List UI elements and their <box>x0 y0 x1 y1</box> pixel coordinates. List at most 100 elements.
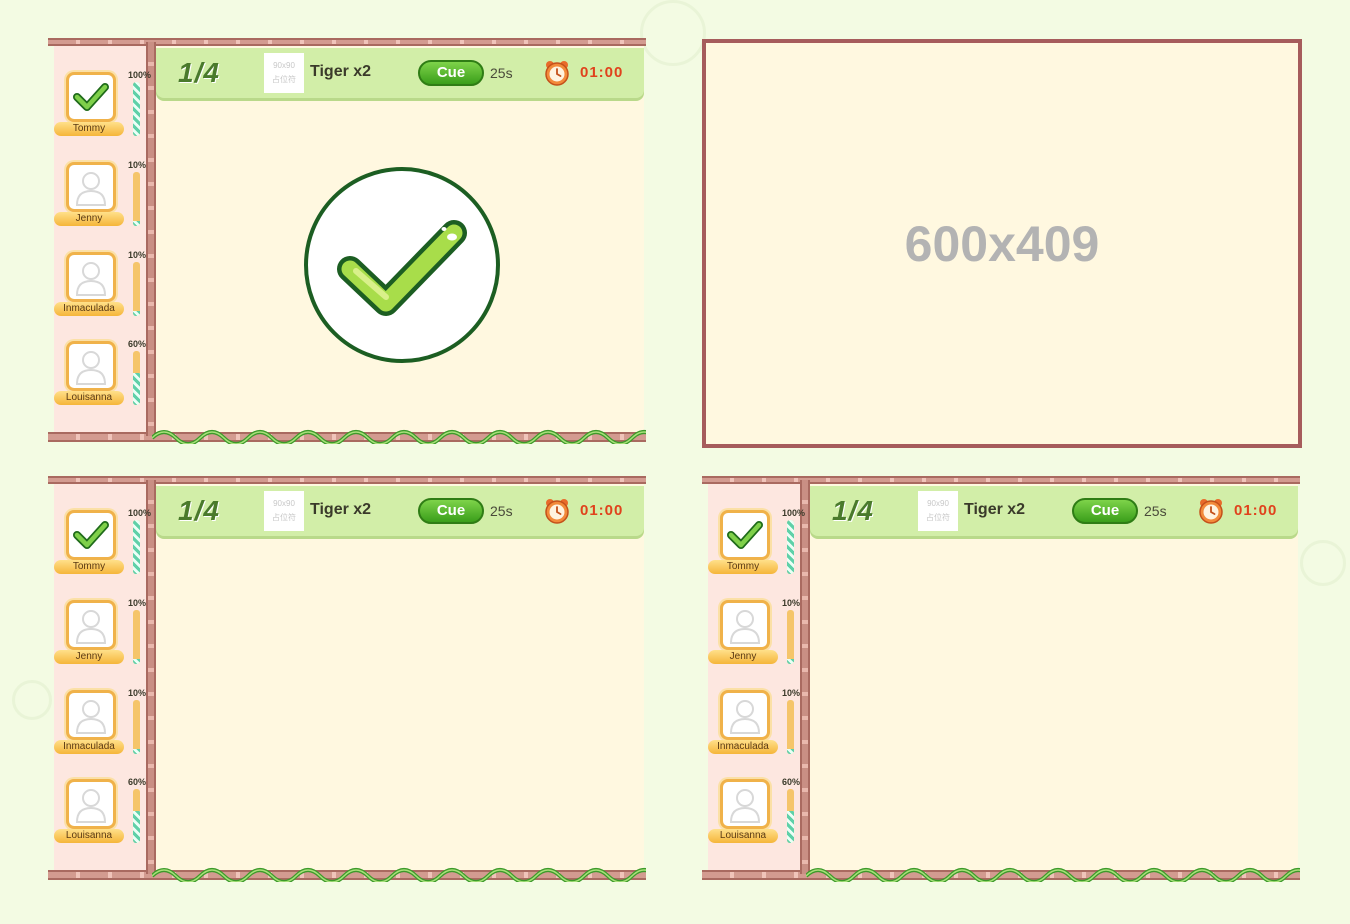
player-card: Tommy 100% <box>54 70 151 150</box>
countdown-timer: 01:00 <box>580 502 624 519</box>
progress-fill <box>133 520 140 574</box>
user-silhouette-icon <box>729 700 761 734</box>
progress-fill <box>787 810 794 843</box>
avatar[interactable] <box>66 600 116 650</box>
progress-bar <box>133 262 140 316</box>
question-header: 1/4 90x90 占位符 Tiger x2 Cue 25s 01:00 <box>156 486 644 536</box>
progress-fill <box>133 372 140 405</box>
avatar[interactable] <box>66 252 116 302</box>
player-name: Inmaculada <box>54 740 124 754</box>
player-name: Louisanna <box>708 829 778 843</box>
player-percent: 60% <box>128 339 147 349</box>
cue-button[interactable]: Cue <box>1072 498 1138 524</box>
player-name: Tommy <box>708 560 778 574</box>
user-silhouette-icon <box>75 610 107 644</box>
player-card: Inmaculada 10% <box>54 688 146 768</box>
cue-button[interactable]: Cue <box>418 498 484 524</box>
user-silhouette-icon <box>75 700 107 734</box>
user-silhouette-icon <box>729 610 761 644</box>
avatar[interactable] <box>720 510 770 560</box>
progress-bar <box>133 789 140 843</box>
word-thumbnail: 90x90 占位符 <box>918 491 958 531</box>
avatar[interactable] <box>66 510 116 560</box>
player-name: Jenny <box>708 650 778 664</box>
player-name: Tommy <box>54 560 124 574</box>
player-percent: 100% <box>782 508 806 518</box>
avatar[interactable] <box>720 600 770 650</box>
player-card: Jenny 10% <box>54 598 146 678</box>
player-percent: 60% <box>128 777 147 787</box>
game-panel: 1/4 90x90 占位符 Tiger x2 Cue 25s 01:00 Tom… <box>702 476 1300 882</box>
player-card: Jenny 10% <box>708 598 800 678</box>
target-word: Tiger x2 <box>310 501 372 518</box>
progress-bar <box>133 82 140 136</box>
vine-border-top <box>702 476 1300 484</box>
player-card: Inmaculada 10% <box>54 250 146 330</box>
question-counter: 1/4 <box>178 57 220 88</box>
progress-bar <box>133 610 140 664</box>
avatar[interactable] <box>66 72 116 122</box>
cue-button[interactable]: Cue <box>418 60 484 86</box>
progress-fill <box>133 810 140 843</box>
check-icon <box>727 521 763 549</box>
progress-bar <box>133 351 140 405</box>
vine-border-divider <box>146 42 156 436</box>
image-placeholder: 600x409 <box>702 39 1302 448</box>
progress-fill <box>133 220 140 226</box>
user-silhouette-icon <box>75 172 107 206</box>
vine-border-top <box>48 476 646 484</box>
cue-seconds: 25s <box>490 503 513 519</box>
check-icon <box>73 521 109 549</box>
alarm-clock-icon <box>545 499 569 524</box>
player-card: Louisanna 60% <box>54 777 146 857</box>
player-name: Inmaculada <box>54 302 124 316</box>
player-card: Tommy 100% <box>708 508 805 588</box>
player-card: Tommy 100% <box>54 508 151 588</box>
progress-fill <box>787 658 794 664</box>
progress-bar <box>133 172 140 226</box>
cue-seconds: 25s <box>1144 503 1167 519</box>
play-area[interactable] <box>156 484 644 870</box>
avatar[interactable] <box>66 690 116 740</box>
player-card: Louisanna 60% <box>708 777 800 857</box>
vine-curls <box>152 430 646 444</box>
player-percent: 10% <box>782 688 801 698</box>
progress-fill <box>133 310 140 316</box>
player-percent: 60% <box>782 777 801 787</box>
player-percent: 10% <box>128 598 147 608</box>
avatar[interactable] <box>66 779 116 829</box>
vine-border-divider <box>800 480 810 874</box>
avatar[interactable] <box>66 341 116 391</box>
player-percent: 10% <box>128 250 147 260</box>
user-silhouette-icon <box>75 262 107 296</box>
alarm-clock-icon <box>1199 499 1223 524</box>
progress-fill <box>133 658 140 664</box>
progress-fill <box>133 748 140 754</box>
background-doodle <box>1300 540 1346 586</box>
progress-fill <box>787 520 794 574</box>
player-name: Tommy <box>54 122 124 136</box>
player-name: Louisanna <box>54 829 124 843</box>
player-percent: 10% <box>782 598 801 608</box>
game-panel: 1/4 90x90 占位符 Tiger x2 Cue 25s 01:00 Tom… <box>48 476 646 882</box>
background-doodle <box>12 680 52 720</box>
progress-bar <box>133 520 140 574</box>
player-card: Jenny 10% <box>54 160 146 240</box>
player-name: Louisanna <box>54 391 124 405</box>
progress-bar <box>787 789 794 843</box>
play-area[interactable] <box>810 484 1298 870</box>
user-silhouette-icon <box>729 789 761 823</box>
word-thumbnail: 90x90 占位符 <box>264 53 304 93</box>
countdown-timer: 01:00 <box>1234 502 1278 519</box>
avatar[interactable] <box>720 690 770 740</box>
player-percent: 10% <box>128 160 147 170</box>
player-name: Inmaculada <box>708 740 778 754</box>
progress-fill <box>787 748 794 754</box>
question-counter: 1/4 <box>832 495 874 526</box>
avatar[interactable] <box>66 162 116 212</box>
question-counter: 1/4 <box>178 495 220 526</box>
result-check-badge <box>304 167 500 363</box>
avatar[interactable] <box>720 779 770 829</box>
progress-bar <box>787 520 794 574</box>
player-name: Jenny <box>54 212 124 226</box>
